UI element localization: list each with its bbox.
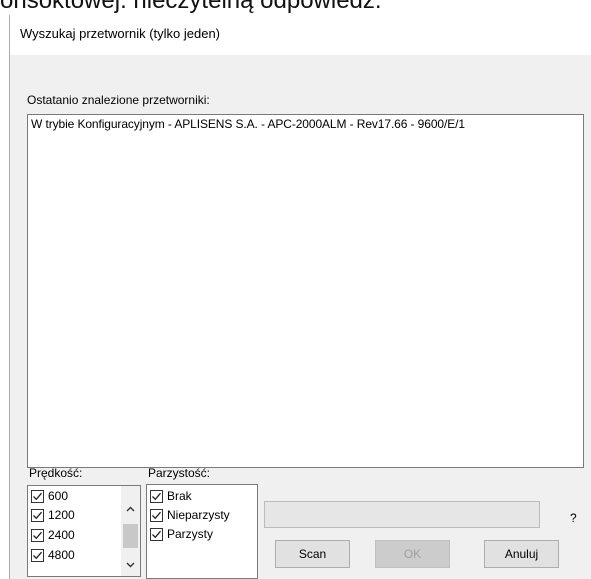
parity-option-label: Nieparzysty	[167, 508, 230, 522]
found-list-label: Ostatanio znalezione przetworniki:	[27, 93, 210, 107]
check-icon	[33, 531, 42, 539]
speed-option-1200[interactable]: 1200	[31, 506, 75, 524]
check-icon	[33, 551, 42, 559]
speed-option-2400[interactable]: 2400	[31, 526, 75, 544]
speed-list[interactable]: 600 1200 2400 4800	[27, 485, 141, 577]
parity-option-none[interactable]: Brak	[150, 487, 192, 505]
dialog-title: Wyszukaj przetwornik (tylko jeden)	[20, 26, 221, 41]
chevron-up-icon	[126, 506, 135, 512]
parity-option-odd[interactable]: Nieparzysty	[150, 506, 230, 524]
parity-list[interactable]: Brak Nieparzysty Parzysty	[146, 484, 258, 579]
speed-option-600[interactable]: 600	[31, 487, 68, 505]
ok-button[interactable]: OK	[375, 540, 450, 568]
speed-scrollbar[interactable]	[121, 486, 140, 576]
checkbox-even[interactable]	[150, 527, 163, 541]
speed-option-4800[interactable]: 4800	[31, 546, 75, 564]
checkbox-2400[interactable]	[31, 528, 44, 542]
cancel-button[interactable]: Anuluj	[484, 540, 559, 568]
scan-progress-bar	[264, 501, 540, 528]
speed-option-label: 4800	[48, 548, 75, 562]
checkbox-600[interactable]	[31, 489, 44, 503]
found-transmitters-list[interactable]: W trybie Konfiguracyjnym - APLISENS S.A.…	[27, 114, 584, 468]
search-transmitter-dialog: Wyszukaj przetwornik (tylko jeden) Ostat…	[9, 15, 591, 579]
scroll-thumb[interactable]	[123, 524, 138, 548]
check-icon	[33, 492, 42, 500]
parity-option-label: Parzysty	[167, 527, 214, 541]
parity-label: Parzystość:	[148, 466, 211, 480]
speed-option-label: 2400	[48, 528, 75, 542]
scroll-down-arrow[interactable]	[121, 556, 140, 574]
background-caption: onsoktowej. niecźytelną odpowiedź.	[0, 0, 382, 14]
title-bar[interactable]: Wyszukaj przetwornik (tylko jeden)	[10, 15, 591, 55]
checkbox-4800[interactable]	[31, 548, 44, 562]
parity-option-even[interactable]: Parzysty	[150, 525, 213, 543]
check-icon	[33, 511, 42, 519]
checkbox-1200[interactable]	[31, 508, 44, 522]
help-label[interactable]: ?	[570, 511, 577, 525]
checkbox-odd[interactable]	[150, 508, 163, 522]
check-icon	[152, 530, 161, 538]
checkbox-none[interactable]	[150, 489, 163, 503]
check-icon	[152, 492, 161, 500]
speed-label: Prędkość:	[29, 466, 83, 480]
scroll-up-arrow[interactable]	[121, 500, 140, 518]
scan-button[interactable]: Scan	[275, 540, 350, 568]
chevron-down-icon	[126, 562, 135, 568]
speed-option-label: 1200	[48, 508, 75, 522]
parity-option-label: Brak	[167, 489, 192, 503]
check-icon	[152, 511, 161, 519]
speed-option-label: 600	[48, 489, 69, 503]
list-item[interactable]: W trybie Konfiguracyjnym - APLISENS S.A.…	[31, 117, 465, 131]
